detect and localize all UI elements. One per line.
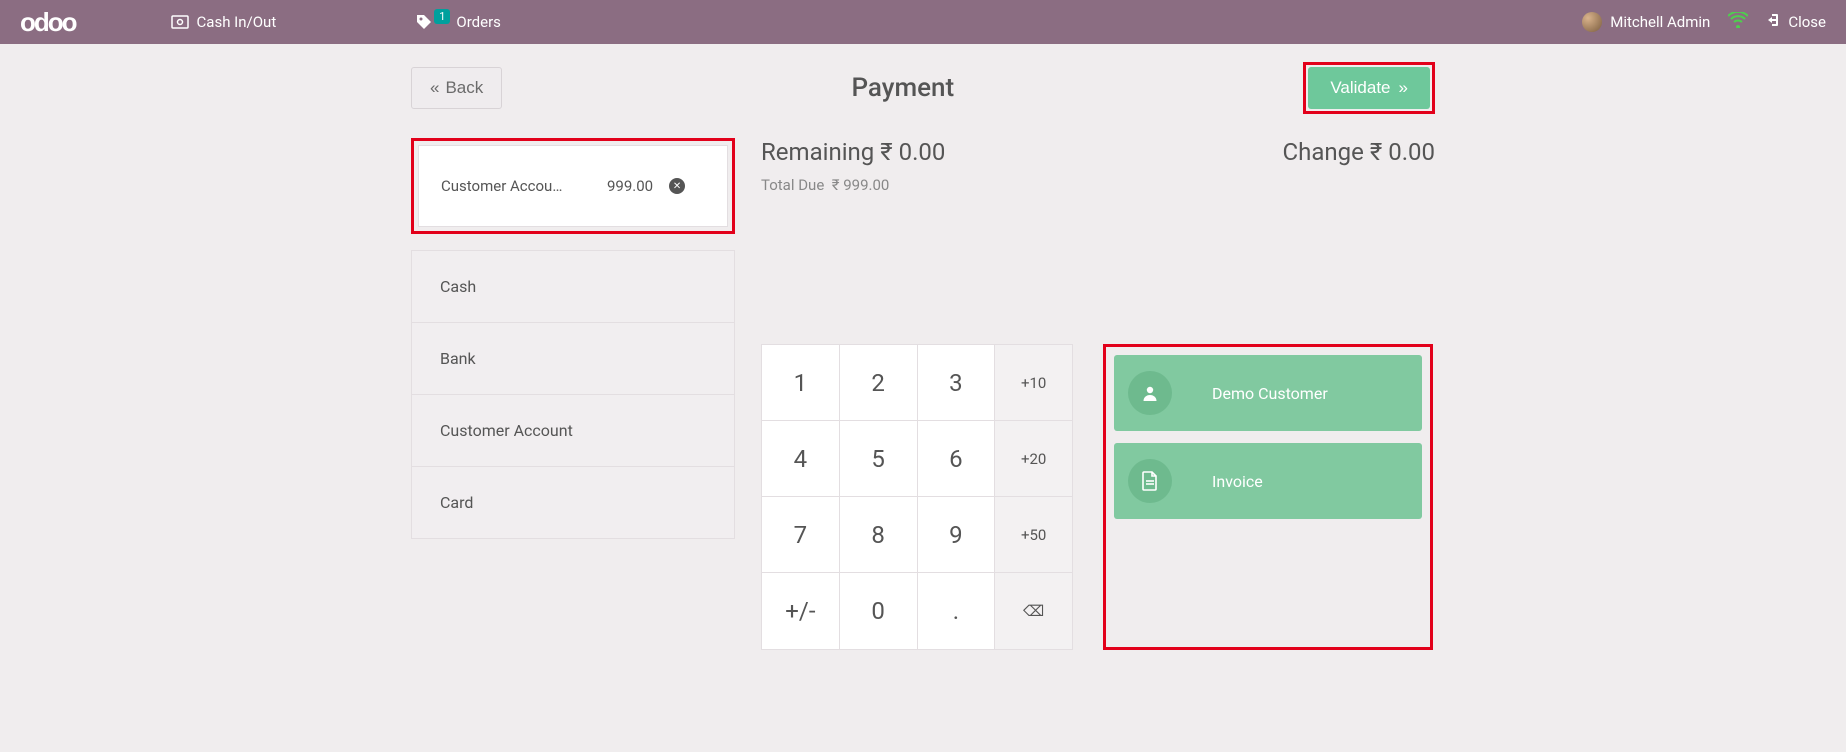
method-cash[interactable]: Cash [412, 251, 734, 323]
payment-line-delete[interactable]: ✕ [669, 178, 685, 194]
numpad-4[interactable]: 4 [762, 421, 840, 497]
numpad-3[interactable]: 3 [918, 345, 996, 421]
payment-header: « Back Payment Validate » [411, 56, 1435, 138]
numpad-6[interactable]: 6 [918, 421, 996, 497]
nav-close[interactable]: Close [1766, 12, 1826, 32]
numpad-backspace[interactable]: ⌫ [995, 573, 1072, 649]
payment-line-method: Customer Accou… [441, 177, 591, 195]
person-icon [1128, 371, 1172, 415]
payment-line-amount: 999.00 [607, 177, 653, 195]
highlight-actions: Demo Customer Invoice [1103, 344, 1433, 650]
totals-row: Remaining ₹ 0.00 Total Due ₹ 999.00 Chan… [761, 138, 1435, 194]
nav-orders-label: Orders [456, 13, 501, 31]
close-icon: ✕ [673, 181, 681, 192]
payment-line[interactable]: Customer Accou… 999.00 ✕ [418, 145, 728, 227]
tag-icon [416, 14, 432, 30]
signout-icon [1766, 12, 1782, 32]
change-value: ₹ 0.00 [1370, 138, 1435, 166]
file-icon [1128, 459, 1172, 503]
validate-label: Validate [1330, 78, 1390, 98]
invoice-label: Invoice [1212, 472, 1263, 491]
numpad-0[interactable]: 0 [840, 573, 918, 649]
change: Change ₹ 0.00 [1283, 138, 1435, 166]
numpad-2[interactable]: 2 [840, 345, 918, 421]
page-title: Payment [851, 73, 954, 103]
nav-user[interactable]: Mitchell Admin [1582, 12, 1710, 32]
nav-cash-in-out[interactable]: Cash In/Out [171, 13, 277, 31]
nav-user-label: Mitchell Admin [1610, 13, 1710, 31]
payment-methods-list: Cash Bank Customer Account Card [411, 250, 735, 539]
top-navbar: odoo Cash In/Out 1 Orders Mitchell Admin… [0, 0, 1846, 44]
back-label: Back [445, 78, 483, 98]
numpad-5[interactable]: 5 [840, 421, 918, 497]
brand-logo[interactable]: odoo [20, 7, 76, 38]
change-label: Change [1283, 138, 1364, 166]
numpad-8[interactable]: 8 [840, 497, 918, 573]
customer-button[interactable]: Demo Customer [1114, 355, 1422, 431]
numpad-plus50[interactable]: +50 [995, 497, 1072, 573]
nav-close-label: Close [1788, 13, 1826, 31]
highlight-validate: Validate » [1303, 62, 1435, 114]
total-due: Total Due ₹ 999.00 [761, 176, 945, 194]
numpad-sign[interactable]: +/- [762, 573, 840, 649]
numpad-1[interactable]: 1 [762, 345, 840, 421]
numpad-9[interactable]: 9 [918, 497, 996, 573]
total-due-value: ₹ 999.00 [832, 176, 890, 194]
remaining-label: Remaining [761, 138, 874, 166]
total-due-label: Total Due [761, 176, 824, 194]
numpad-plus20[interactable]: +20 [995, 421, 1072, 497]
method-bank[interactable]: Bank [412, 323, 734, 395]
chevron-right-icon: » [1399, 78, 1408, 98]
validate-button[interactable]: Validate » [1308, 67, 1430, 109]
avatar [1582, 12, 1602, 32]
remaining-value: ₹ 0.00 [880, 138, 945, 166]
wifi-icon [1728, 12, 1748, 33]
numpad-7[interactable]: 7 [762, 497, 840, 573]
method-card[interactable]: Card [412, 467, 734, 538]
numpad-plus10[interactable]: +10 [995, 345, 1072, 421]
back-button[interactable]: « Back [411, 67, 502, 109]
numpad: 1 2 3 +10 4 5 6 +20 7 8 9 [761, 344, 1073, 650]
nav-cash-label: Cash In/Out [197, 13, 277, 31]
cash-icon [171, 15, 189, 29]
customer-label: Demo Customer [1212, 384, 1328, 403]
backspace-icon: ⌫ [1023, 602, 1044, 620]
remaining: Remaining ₹ 0.00 [761, 138, 945, 166]
highlight-payment-line: Customer Accou… 999.00 ✕ [411, 138, 735, 234]
orders-badge: 1 [434, 9, 450, 24]
invoice-button[interactable]: Invoice [1114, 443, 1422, 519]
method-customer-account[interactable]: Customer Account [412, 395, 734, 467]
chevron-left-icon: « [430, 78, 439, 98]
nav-orders[interactable]: 1 Orders [416, 13, 501, 31]
numpad-dot[interactable]: . [918, 573, 996, 649]
